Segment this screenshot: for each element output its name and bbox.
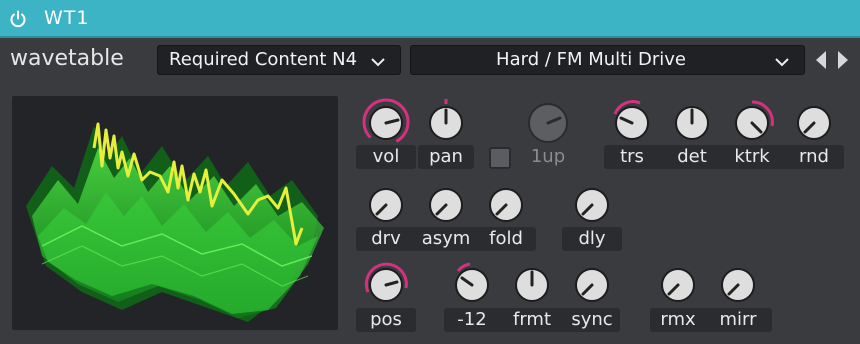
- knob-dly-label: dly: [578, 228, 606, 249]
- title-bar: WT1: [0, 0, 860, 38]
- knob-frmt-label: frmt: [512, 309, 551, 330]
- power-icon[interactable]: [8, 9, 28, 29]
- knob-drv[interactable]: [360, 178, 412, 230]
- preset-dropdown-value: Hard / FM Multi Drive: [496, 49, 686, 70]
- one-up-checkbox[interactable]: [489, 147, 511, 169]
- knob-frmt[interactable]: [506, 258, 558, 310]
- knob-rnd[interactable]: [788, 96, 840, 148]
- knob-det-label: det: [677, 146, 707, 167]
- knob-ktrk[interactable]: [726, 96, 778, 148]
- knob-sync[interactable]: [566, 258, 618, 310]
- knob-drv-label: drv: [371, 228, 401, 249]
- knob-trs[interactable]: [606, 96, 658, 148]
- knob-sync-label: sync: [571, 309, 613, 330]
- knob-det[interactable]: [666, 96, 718, 148]
- knob-pos[interactable]: [360, 258, 412, 310]
- knob-pos-label: pos: [370, 309, 402, 330]
- knob-asym-label: asym: [421, 228, 471, 249]
- preset-dropdown[interactable]: Hard / FM Multi Drive: [410, 45, 805, 75]
- knob-dly[interactable]: [566, 178, 618, 230]
- module-title: WT1: [44, 7, 90, 29]
- header-row: wavetable Required Content N4 Hard / FM …: [0, 40, 860, 82]
- category-dropdown-value: Required Content N4: [169, 49, 358, 70]
- knob-ktrk-label: ktrk: [734, 146, 770, 167]
- category-dropdown[interactable]: Required Content N4: [157, 45, 401, 75]
- knob-mirr[interactable]: [712, 258, 764, 310]
- knob-pan[interactable]: [420, 96, 472, 148]
- knob-rmx-label: rmx: [660, 309, 696, 330]
- knob-pitch[interactable]: [446, 258, 498, 310]
- triangle-left-icon[interactable]: [814, 49, 828, 71]
- knob-1up-label: 1up: [530, 146, 566, 167]
- knob-rnd-label: rnd: [799, 146, 829, 167]
- knob-pitch-label: -12: [457, 309, 487, 330]
- knob-pan-label: pan: [429, 146, 463, 167]
- section-label: wavetable: [10, 46, 124, 71]
- triangle-right-icon[interactable]: [836, 49, 850, 71]
- chevron-down-icon: [370, 53, 386, 67]
- knob-rmx[interactable]: [652, 258, 704, 310]
- knob-trs-label: trs: [620, 146, 644, 167]
- knob-fold[interactable]: [480, 178, 532, 230]
- knob-1up[interactable]: [522, 96, 574, 148]
- knob-vol-label: vol: [372, 146, 400, 167]
- wavetable-display[interactable]: [12, 96, 338, 330]
- knob-mirr-label: mirr: [719, 309, 757, 330]
- knob-asym[interactable]: [420, 178, 472, 230]
- knob-fold-label: fold: [489, 228, 523, 249]
- chevron-down-icon: [774, 53, 790, 67]
